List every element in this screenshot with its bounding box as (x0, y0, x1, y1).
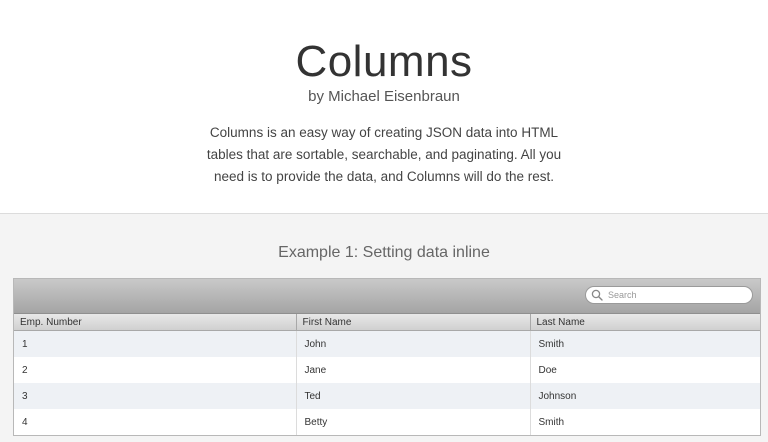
cell-emp-number: 4 (14, 409, 297, 435)
cell-emp-number: 2 (14, 357, 297, 383)
page-header: Columns by Michael Eisenbraun Columns is… (0, 0, 768, 214)
data-table-widget: Emp. Number First Name Last Name 1 John … (13, 278, 761, 436)
column-header-first-name[interactable]: First Name (296, 314, 531, 331)
column-header-last-name[interactable]: Last Name (530, 314, 760, 331)
search-box[interactable] (585, 286, 753, 304)
cell-last-name: Smith (530, 330, 760, 357)
table-toolbar (14, 279, 760, 314)
search-input[interactable] (605, 290, 748, 300)
description: Columns is an easy way of creating JSON … (206, 125, 562, 184)
example-section: Example 1: Setting data inline Search Em… (0, 214, 768, 442)
table-header-row: Emp. Number First Name Last Name (14, 314, 760, 331)
cell-first-name: Jane (296, 357, 531, 383)
cell-first-name: Betty (296, 409, 531, 435)
author-byline: by Michael Eisenbraun (308, 88, 460, 105)
cell-last-name: Johnson (530, 383, 760, 409)
column-header-emp-number[interactable]: Emp. Number (14, 314, 297, 331)
cell-last-name: Doe (530, 357, 760, 383)
cell-first-name: John (296, 330, 531, 357)
page-title: Columns (295, 37, 473, 86)
data-table: Emp. Number First Name Last Name 1 John … (14, 314, 760, 435)
cell-emp-number: 1 (14, 330, 297, 357)
cell-last-name: Smith (530, 409, 760, 435)
cell-emp-number: 3 (14, 383, 297, 409)
example-title: Example 1: Setting data inline (278, 244, 490, 261)
table-row[interactable]: 3 Ted Johnson (14, 383, 760, 409)
table-row[interactable]: 2 Jane Doe (14, 357, 760, 383)
cell-first-name: Ted (296, 383, 531, 409)
table-row[interactable]: 1 John Smith (14, 330, 760, 357)
search-icon (591, 288, 605, 302)
table-row[interactable]: 4 Betty Smith (14, 409, 760, 435)
